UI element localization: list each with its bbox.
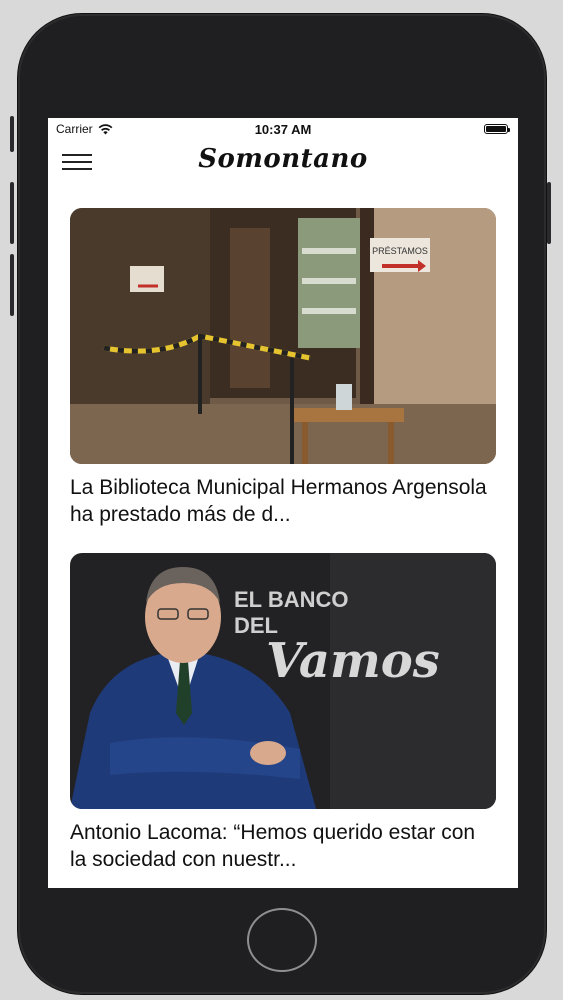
volume-up-button bbox=[10, 182, 14, 244]
app-logo-title: Somontano bbox=[198, 144, 368, 174]
app-screen: Carrier 10:37 AM Somontano PRÉSTAMOS La … bbox=[48, 118, 518, 888]
status-time: 10:37 AM bbox=[254, 122, 312, 137]
power-button bbox=[547, 182, 551, 244]
home-button[interactable] bbox=[247, 908, 317, 972]
article-title[interactable]: La Biblioteca Municipal Hermanos Argenso… bbox=[70, 474, 496, 528]
wall-text-el-banco: EL BANCO bbox=[234, 587, 349, 612]
article-card[interactable]: EL BANCO DEL Vamos Antonio Lacoma: “Hemo… bbox=[70, 553, 496, 873]
nav-bar: Somontano bbox=[48, 140, 518, 190]
prestamos-sign-text: PRÉSTAMOS bbox=[372, 246, 428, 256]
article-card[interactable]: PRÉSTAMOS La Biblioteca Municipal Herman… bbox=[70, 208, 496, 528]
battery-full-icon bbox=[484, 124, 510, 134]
article-title[interactable]: Antonio Lacoma: “Hemos querido estar con… bbox=[70, 819, 496, 873]
library-entrance-photo[interactable]: PRÉSTAMOS bbox=[70, 208, 496, 464]
portrait-photo-illustration: EL BANCO DEL Vamos bbox=[70, 553, 496, 809]
status-bar: Carrier 10:37 AM bbox=[48, 118, 518, 140]
man-portrait-photo[interactable]: EL BANCO DEL Vamos bbox=[70, 553, 496, 809]
mute-switch bbox=[10, 116, 14, 152]
wall-text-vamos: Vamos bbox=[266, 633, 440, 689]
volume-down-button bbox=[10, 254, 14, 316]
library-photo-illustration: PRÉSTAMOS bbox=[70, 208, 496, 464]
battery-level bbox=[486, 126, 506, 132]
